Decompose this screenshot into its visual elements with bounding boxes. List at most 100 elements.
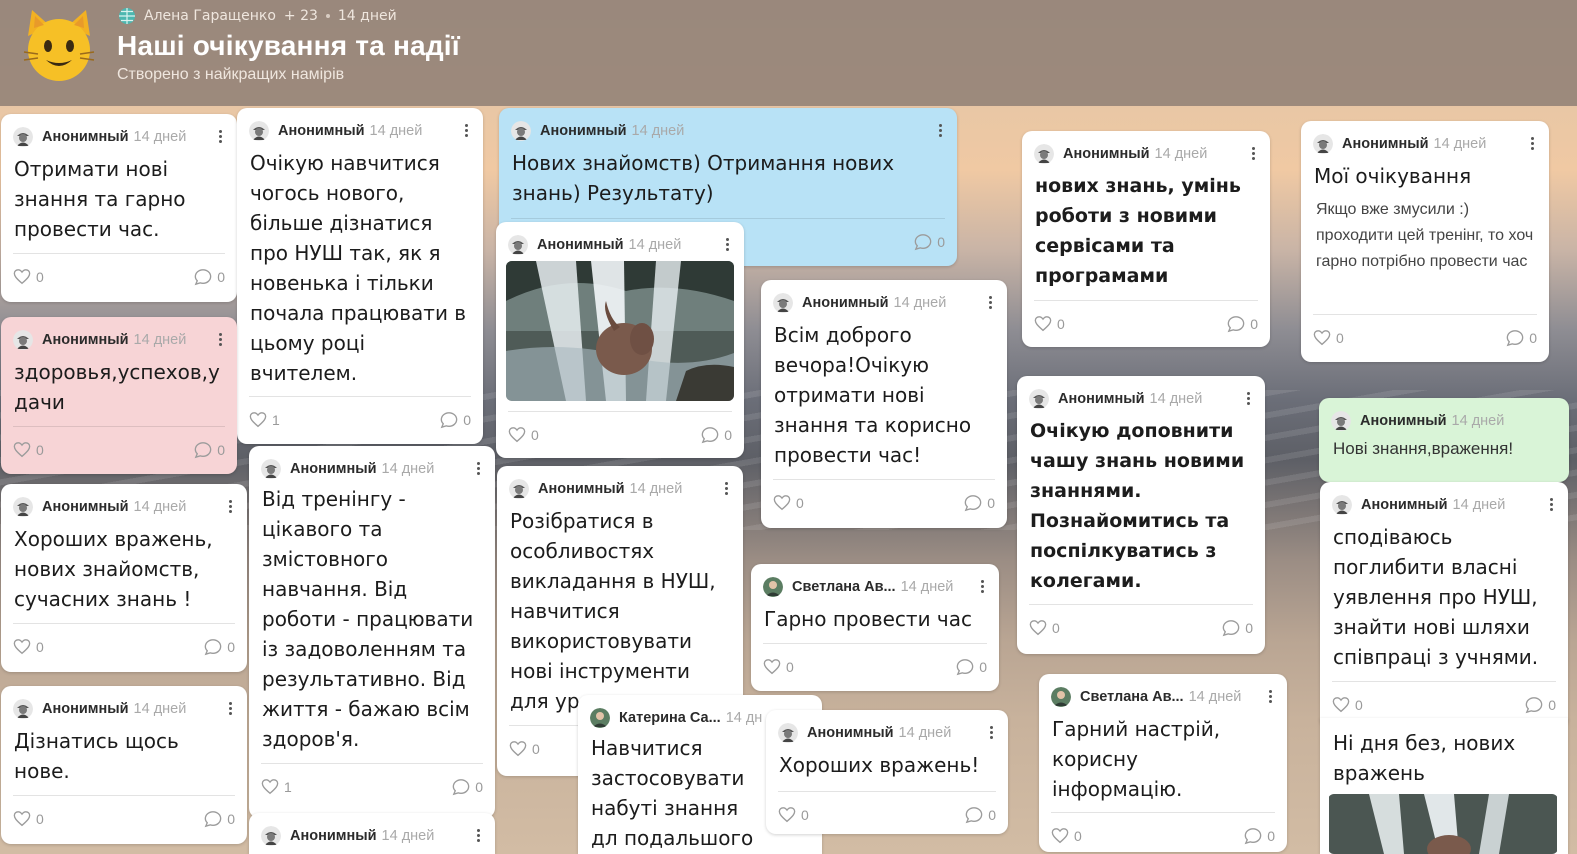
post-card[interactable]: Анонимный 14 дней 0 0: [496, 222, 744, 458]
comment-button[interactable]: 0: [914, 233, 945, 251]
post-card[interactable]: Анонимный 14 дней Хороших вражень! 0 0: [766, 710, 1008, 834]
like-button[interactable]: 0: [1029, 619, 1060, 637]
heart-icon: [508, 426, 526, 444]
more-options-icon[interactable]: [981, 578, 985, 595]
like-button[interactable]: 0: [13, 638, 44, 656]
like-button[interactable]: 0: [13, 810, 44, 828]
post-header: Анонимный 14 дней: [1029, 388, 1253, 410]
post-card[interactable]: Анонимный 14 дней Очікую навчитися чогос…: [237, 108, 483, 444]
comment-button[interactable]: 0: [965, 806, 996, 824]
more-options-icon[interactable]: [219, 331, 223, 348]
post-card[interactable]: Светлана Ав... 14 дней Гарний настрій, к…: [1039, 674, 1287, 852]
comment-button[interactable]: 0: [1227, 315, 1258, 333]
post-card[interactable]: Ні дня без, нових вражень: [1320, 718, 1568, 854]
like-count: 1: [284, 779, 292, 795]
post-card[interactable]: Анонимный 14 дней Всім доброго вечора!Оч…: [761, 280, 1007, 528]
waterfall-elephant-photo[interactable]: [506, 261, 734, 401]
comment-button[interactable]: 0: [194, 268, 225, 286]
board-owner[interactable]: Алена Гаращенко: [144, 8, 276, 24]
like-count: 0: [1052, 620, 1060, 636]
post-footer: 0 0: [13, 623, 235, 658]
more-options-icon[interactable]: [219, 128, 223, 145]
comment-button[interactable]: 0: [1506, 329, 1537, 347]
comment-button[interactable]: 0: [204, 810, 235, 828]
post-card[interactable]: Анонимный 14 дней Нові знання,враження!: [1319, 398, 1569, 482]
comment-button[interactable]: 0: [1222, 619, 1253, 637]
anonymous-avatar-icon: [509, 479, 529, 499]
like-button[interactable]: 1: [249, 411, 280, 429]
comment-button[interactable]: 0: [701, 426, 732, 444]
like-count: 0: [1355, 697, 1363, 713]
post-card[interactable]: Анонимный 14 дней Очікую доповнити чашу …: [1017, 376, 1265, 654]
like-button[interactable]: 0: [778, 806, 809, 824]
more-options-icon[interactable]: [1531, 135, 1535, 152]
comment-button[interactable]: 0: [1244, 827, 1275, 845]
comment-count: 0: [1267, 828, 1275, 844]
like-button[interactable]: 0: [508, 426, 539, 444]
comment-button[interactable]: 0: [964, 494, 995, 512]
post-card[interactable]: Анонимный 14 дней Дізнатись щось нове. 0…: [1, 686, 247, 844]
post-header: Анонимный 14 дней: [1332, 494, 1556, 516]
post-header: Анонимный 14 дней: [773, 292, 995, 314]
comment-count: 0: [217, 442, 225, 458]
waterfall-photo[interactable]: [1328, 794, 1558, 854]
comment-count: 0: [463, 412, 471, 428]
post-author: Анонимный: [1063, 146, 1150, 162]
user-avatar-icon: [590, 708, 610, 728]
more-options-icon[interactable]: [477, 827, 481, 844]
heart-icon: [773, 494, 791, 512]
post-card[interactable]: Анонимный 14 дней сподіваюсь поглибити в…: [1320, 482, 1568, 728]
anonymous-avatar-icon: [261, 459, 281, 479]
like-count: 1: [272, 412, 280, 428]
post-card[interactable]: Анонимный 14 дней Мої очікування Якщо вж…: [1301, 121, 1549, 362]
more-options-icon[interactable]: [465, 122, 469, 139]
comment-count: 0: [227, 811, 235, 827]
post-card[interactable]: Анонимный 14 дней нових знань, умінь роб…: [1022, 131, 1270, 347]
post-card[interactable]: Анонимный 14 дней здоровья,успехов,удачи…: [1, 317, 237, 474]
like-button[interactable]: 0: [13, 268, 44, 286]
collaborators-count[interactable]: + 23: [284, 8, 318, 24]
comment-button[interactable]: 0: [194, 441, 225, 459]
post-header: Анонимный 14 дней: [261, 458, 483, 480]
comment-button[interactable]: 0: [204, 638, 235, 656]
like-button[interactable]: 0: [1313, 329, 1344, 347]
comment-button[interactable]: 0: [1525, 696, 1556, 714]
more-options-icon[interactable]: [1247, 390, 1251, 407]
like-button[interactable]: 0: [509, 740, 540, 758]
post-card[interactable]: Анонимный 14 дней: [249, 813, 495, 854]
more-options-icon[interactable]: [1550, 496, 1554, 513]
post-header: Светлана Ав... 14 дней: [763, 576, 987, 598]
post-card[interactable]: Анонимный 14 дней Отримати нові знання т…: [1, 114, 237, 302]
anonymous-avatar-icon: [1332, 495, 1352, 515]
post-card[interactable]: Анонимный 14 дней Хороших вражень, нових…: [1, 484, 247, 672]
more-options-icon[interactable]: [1269, 688, 1273, 705]
more-options-icon[interactable]: [477, 460, 481, 477]
post-card[interactable]: Светлана Ав... 14 дней Гарно провести ча…: [751, 564, 999, 691]
like-count: 0: [1074, 828, 1082, 844]
more-options-icon[interactable]: [989, 294, 993, 311]
like-button[interactable]: 1: [261, 778, 292, 796]
comment-button[interactable]: 0: [440, 411, 471, 429]
like-button[interactable]: 0: [773, 494, 804, 512]
like-button[interactable]: 0: [1034, 315, 1065, 333]
comment-button[interactable]: 0: [956, 658, 987, 676]
post-time: 14 дней: [893, 295, 947, 311]
post-card[interactable]: Анонимный 14 дней Від тренінгу - цікавог…: [249, 446, 495, 818]
more-options-icon[interactable]: [725, 480, 729, 497]
like-button[interactable]: 0: [763, 658, 794, 676]
like-button[interactable]: 0: [1332, 696, 1363, 714]
comment-button[interactable]: 0: [452, 778, 483, 796]
more-options-icon[interactable]: [726, 236, 730, 253]
post-text: Нові знання,враження!: [1333, 439, 1514, 458]
post-time: 14 дней: [1149, 391, 1203, 407]
like-button[interactable]: 0: [13, 441, 44, 459]
more-options-icon[interactable]: [990, 724, 994, 741]
more-options-icon[interactable]: [1252, 145, 1256, 162]
more-options-icon[interactable]: [939, 122, 943, 139]
post-time: 14 дней: [381, 828, 435, 844]
post-time: 14 дней: [629, 481, 683, 497]
more-options-icon[interactable]: [229, 700, 233, 717]
like-button[interactable]: 0: [1051, 827, 1082, 845]
more-options-icon[interactable]: [229, 498, 233, 515]
comment-count: 0: [1245, 620, 1253, 636]
